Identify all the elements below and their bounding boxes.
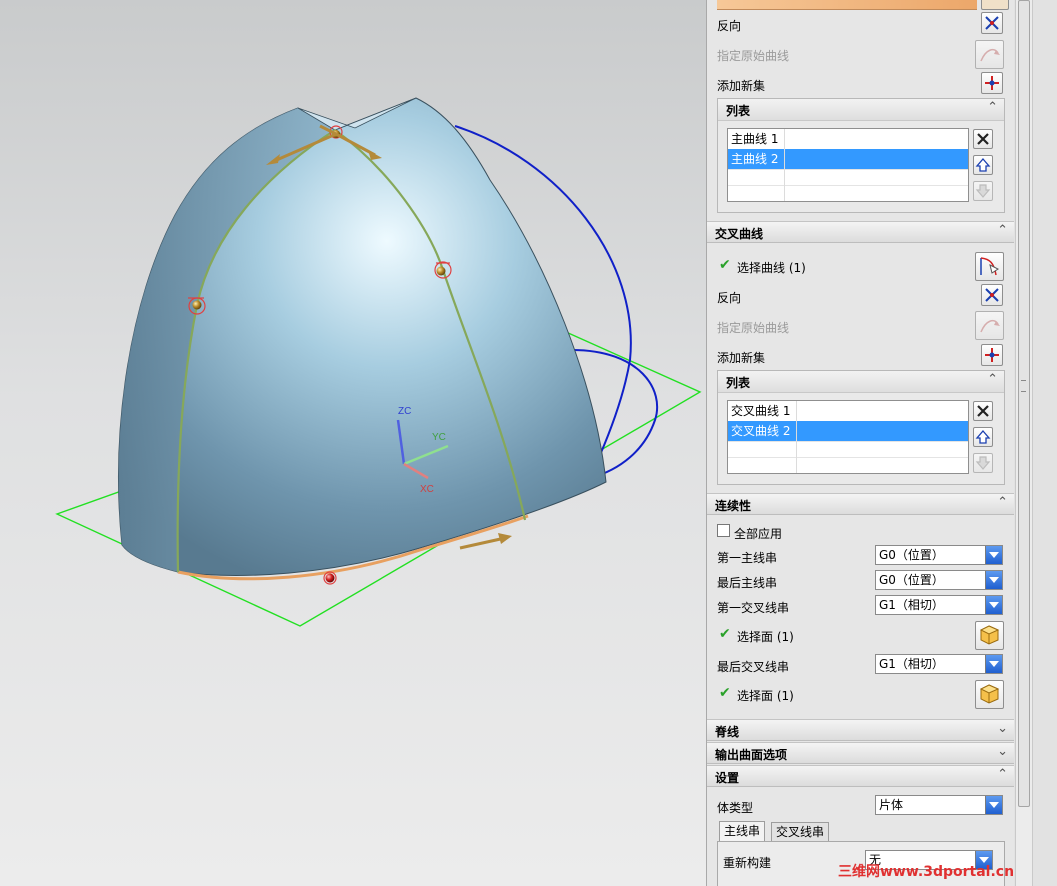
list-header-2[interactable]: 列表 ⌃ — [718, 371, 1004, 393]
watermark: 三维网www.3dportal.cn — [838, 864, 1015, 880]
panel-scrollbar[interactable] — [1014, 0, 1057, 886]
expand-chevron-down-icon[interactable]: ⌄ — [997, 744, 1008, 759]
reverse-label-2: 反向 — [717, 291, 742, 305]
last-primary-label: 最后主线串 — [717, 576, 778, 590]
add-new-set-button-2[interactable] — [981, 344, 1003, 366]
graphics-viewport[interactable]: ZC YC XC — [0, 0, 706, 886]
continuity-title: 连续性 — [715, 499, 752, 513]
collapse-chevron-up-icon[interactable]: ⌃ — [997, 767, 1008, 782]
axis-label-xc: XC — [420, 484, 434, 495]
first-primary-value: G0（位置） — [879, 548, 944, 562]
list-header-1[interactable]: 列表 ⌃ — [718, 99, 1004, 121]
body-type-value: 片体 — [879, 798, 904, 812]
list-title-2: 列表 — [726, 376, 751, 390]
check-icon: ✔ — [719, 257, 731, 273]
chevron-down-icon[interactable] — [985, 655, 1002, 673]
body-type-select[interactable]: 片体 — [875, 795, 1003, 815]
select-curve-top-button[interactable] — [981, 0, 1009, 10]
last-cross-label: 最后交叉线串 — [717, 660, 790, 674]
select-face-label-2: 选择面 (1) — [737, 689, 794, 703]
apply-all-checkbox[interactable] — [717, 524, 730, 537]
body-type-label: 体类型 — [717, 801, 754, 815]
move-up-button-2[interactable] — [973, 427, 993, 447]
collapse-chevron-up-icon[interactable]: ⌃ — [997, 223, 1008, 238]
list-title-1: 列表 — [726, 104, 751, 118]
check-icon: ✔ — [719, 685, 731, 701]
select-curve-button[interactable] — [975, 252, 1004, 281]
chevron-down-icon[interactable] — [985, 796, 1002, 814]
cross-curves-section-header[interactable]: 交叉曲线 ⌃ — [707, 221, 1014, 243]
first-cross-label: 第一交叉线串 — [717, 601, 790, 615]
first-cross-select[interactable]: G1（相切） — [875, 595, 1003, 615]
spine-title: 脊线 — [715, 725, 740, 739]
tab-primary-strings[interactable]: 主线串 — [719, 821, 766, 841]
move-up-button-1[interactable] — [973, 155, 993, 175]
expand-chevron-down-icon[interactable]: ⌄ — [997, 721, 1008, 736]
scrollbar-grip-icon — [1021, 380, 1026, 392]
cross-curve-list[interactable]: 交叉曲线 1 交叉曲线 2 — [727, 400, 969, 474]
reverse-button-2[interactable] — [981, 284, 1003, 306]
list-item[interactable]: 主曲线 1 — [728, 129, 968, 149]
reverse-button-1[interactable] — [981, 12, 1003, 34]
last-cross-value: G1（相切） — [879, 657, 944, 671]
apply-all-label: 全部应用 — [734, 527, 783, 541]
add-new-set-label-2: 添加新集 — [717, 351, 766, 365]
specify-origin-button-1[interactable] — [975, 40, 1004, 69]
specify-origin-label-2: 指定原始曲线 — [717, 321, 790, 335]
rebuild-label: 重新构建 — [723, 856, 772, 870]
first-primary-select[interactable]: G0（位置） — [875, 545, 1003, 565]
spine-section-header[interactable]: 脊线 ⌄ — [707, 719, 1014, 741]
top-accent-bar — [717, 0, 977, 10]
list-item[interactable]: 交叉曲线 1 — [728, 401, 968, 421]
select-curve-label: 选择曲线 (1) — [737, 261, 806, 275]
specify-origin-label-1: 指定原始曲线 — [717, 49, 790, 63]
output-options-title: 输出曲面选项 — [715, 748, 788, 762]
collapse-chevron-up-icon[interactable]: ⌃ — [987, 100, 998, 115]
collapse-chevron-up-icon[interactable]: ⌃ — [997, 495, 1008, 510]
first-cross-value: G1（相切） — [879, 598, 944, 612]
collapse-chevron-up-icon[interactable]: ⌃ — [987, 372, 998, 387]
add-new-set-label-1: 添加新集 — [717, 79, 766, 93]
check-icon: ✔ — [719, 626, 731, 642]
scrollbar-thumb[interactable] — [1018, 0, 1030, 807]
cross-curve-list-group: 列表 ⌃ 交叉曲线 1 交叉曲线 2 — [717, 370, 1005, 485]
list-item[interactable]: 主曲线 2 — [728, 149, 968, 169]
reverse-label-1: 反向 — [717, 19, 742, 33]
primary-curve-list-group: 列表 ⌃ 主曲线 1 主曲线 2 — [717, 98, 1005, 213]
remove-curve-button-2[interactable] — [973, 401, 993, 421]
output-options-section-header[interactable]: 输出曲面选项 ⌄ — [707, 742, 1014, 764]
select-face-button-2[interactable] — [975, 680, 1004, 709]
select-face-button-1[interactable] — [975, 621, 1004, 650]
last-cross-select[interactable]: G1（相切） — [875, 654, 1003, 674]
model-canvas[interactable]: ZC YC XC — [0, 0, 706, 886]
axis-label-yc: YC — [432, 432, 446, 443]
cross-curves-title: 交叉曲线 — [715, 227, 764, 241]
list-item[interactable]: 交叉曲线 2 — [728, 421, 968, 441]
axis-label-zc: ZC — [398, 406, 411, 417]
last-primary-value: G0（位置） — [879, 573, 944, 587]
tab-cross-strings[interactable]: 交叉线串 — [771, 822, 830, 842]
settings-title: 设置 — [715, 771, 740, 785]
settings-section-header[interactable]: 设置 ⌃ — [707, 765, 1014, 787]
move-down-button-1[interactable] — [973, 181, 993, 201]
move-down-button-2[interactable] — [973, 453, 993, 473]
first-primary-label: 第一主线串 — [717, 551, 778, 565]
through-curve-mesh-dialog: 反向 指定原始曲线 添加新集 列表 ⌃ 主曲线 1 主曲线 2 交叉曲线 ⌃ ✔… — [706, 0, 1015, 886]
remove-curve-button-1[interactable] — [973, 129, 993, 149]
primary-curve-list[interactable]: 主曲线 1 主曲线 2 — [727, 128, 969, 202]
specify-origin-button-2[interactable] — [975, 311, 1004, 340]
chevron-down-icon[interactable] — [985, 596, 1002, 614]
continuity-section-header[interactable]: 连续性 ⌃ — [707, 493, 1014, 515]
add-new-set-button-1[interactable] — [981, 72, 1003, 94]
chevron-down-icon[interactable] — [985, 546, 1002, 564]
last-primary-select[interactable]: G0（位置） — [875, 570, 1003, 590]
select-face-label-1: 选择面 (1) — [737, 630, 794, 644]
chevron-down-icon[interactable] — [985, 571, 1002, 589]
